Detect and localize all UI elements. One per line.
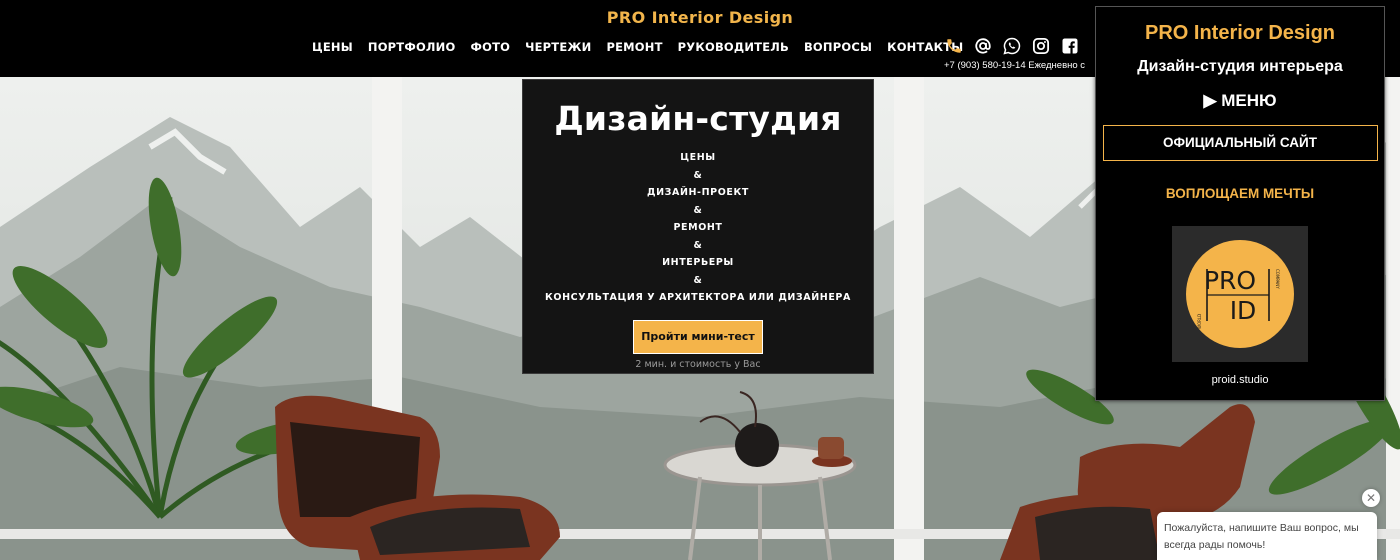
- nav-item-drawings[interactable]: ЧЕРТЕЖИ: [525, 40, 591, 54]
- email-at-icon[interactable]: [973, 36, 993, 56]
- hero-title: Дизайн-студия: [554, 99, 842, 138]
- hero-line: ДИЗАЙН-ПРОЕКТ: [647, 187, 749, 198]
- nav-item-questions[interactable]: ВОПРОСЫ: [804, 40, 872, 54]
- side-popup-panel: PRO Interior Design Дизайн-студия интерь…: [1095, 6, 1385, 401]
- proid-logo[interactable]: PRO ID COMPANY WORLD: [1172, 226, 1308, 362]
- hero-line: ЦЕНЫ: [680, 152, 716, 163]
- nav-item-photo[interactable]: ФОТО: [470, 40, 510, 54]
- contact-phone-hours[interactable]: +7 (903) 580-19-14 Ежедневно с: [944, 60, 1094, 71]
- social-icons: [944, 36, 1080, 56]
- panel-slogan: ВОПЛОЩАЕМ МЕЧТЫ: [1165, 186, 1315, 201]
- hero-services-list: ЦЕНЫ & ДИЗАЙН-ПРОЕКТ & РЕМОНТ & ИНТЕРЬЕР…: [523, 149, 873, 307]
- hero-line: ИНТЕРЬЕРЫ: [662, 257, 734, 268]
- hero-line: РЕМОНТ: [673, 222, 723, 233]
- chat-close-icon[interactable]: ✕: [1362, 489, 1380, 507]
- hero-line: КОНСУЛЬТАЦИЯ У АРХИТЕКТОРА ИЛИ ДИЗАЙНЕРА: [545, 292, 851, 303]
- nav-item-renovation[interactable]: РЕМОНТ: [606, 40, 662, 54]
- proid-logo-graphic: PRO ID COMPANY WORLD: [1186, 240, 1294, 348]
- chat-message: Пожалуйста, напишите Ваш вопрос, мы всег…: [1164, 522, 1359, 551]
- hero-line: &: [693, 204, 703, 216]
- mini-test-note: 2 мин. и стоимость у Вас: [635, 358, 761, 370]
- main-nav: ЦЕНЫ ПОРТФОЛИО ФОТО ЧЕРТЕЖИ РЕМОНТ РУКОВ…: [312, 40, 978, 54]
- hero-card: Дизайн-студия ЦЕНЫ & ДИЗАЙН-ПРОЕКТ & РЕМ…: [522, 79, 874, 374]
- svg-text:WORLD: WORLD: [1197, 314, 1202, 329]
- panel-domain-link[interactable]: proid.studio: [1096, 374, 1384, 386]
- mini-test-button[interactable]: Пройти мини-тест: [633, 319, 763, 354]
- svg-text:COMPANY: COMPANY: [1275, 269, 1280, 289]
- instagram-icon[interactable]: [1031, 36, 1051, 56]
- svg-text:PRO: PRO: [1204, 266, 1256, 295]
- facebook-icon[interactable]: [1060, 36, 1080, 56]
- whatsapp-icon[interactable]: [1002, 36, 1022, 56]
- nav-item-director[interactable]: РУКОВОДИТЕЛЬ: [678, 40, 789, 54]
- hero-line: &: [693, 169, 703, 181]
- panel-title: PRO Interior Design: [1144, 22, 1336, 44]
- svg-text:ID: ID: [1230, 296, 1257, 325]
- hero-line: &: [693, 239, 703, 251]
- hero-line: &: [693, 274, 703, 286]
- panel-menu-toggle[interactable]: ▶ МЕНЮ: [1096, 91, 1384, 111]
- phone-icon[interactable]: [944, 36, 964, 56]
- nav-item-portfolio[interactable]: ПОРТФОЛИО: [368, 40, 456, 54]
- official-site-button[interactable]: ОФИЦИАЛЬНЫЙ САЙТ: [1102, 125, 1378, 161]
- chat-prompt-bubble[interactable]: Пожалуйста, напишите Ваш вопрос, мы всег…: [1157, 512, 1377, 560]
- panel-subtitle: Дизайн-студия интерьера: [1137, 58, 1343, 75]
- nav-item-prices[interactable]: ЦЕНЫ: [312, 40, 353, 54]
